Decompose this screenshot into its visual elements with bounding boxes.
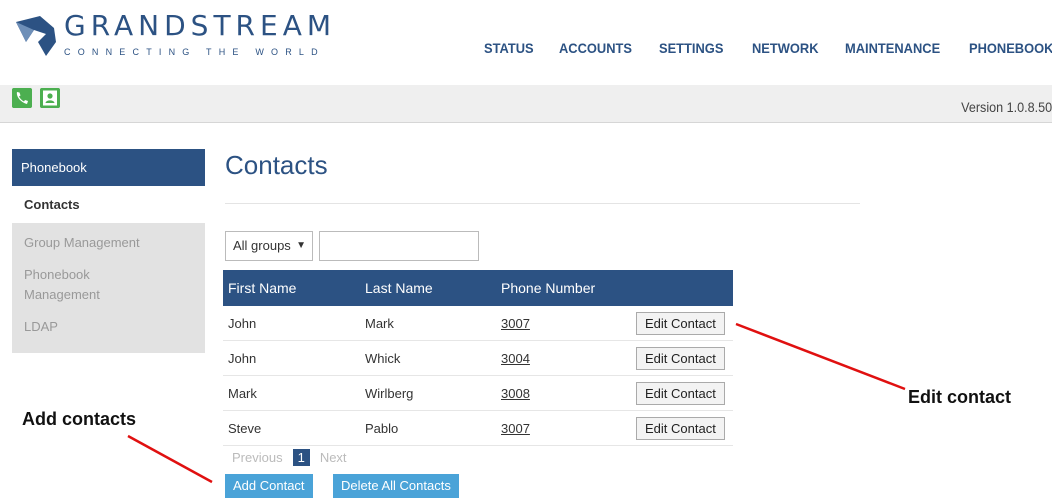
last-name-cell: Whick	[360, 340, 496, 376]
phone-number-link[interactable]: 3008	[496, 375, 631, 411]
delete-all-contacts-button[interactable]: Delete All Contacts	[333, 474, 459, 498]
actions-cell: Edit Contact	[631, 340, 733, 376]
search-input[interactable]	[319, 231, 479, 261]
phone-number-link[interactable]: 3004	[496, 340, 631, 376]
pagination-previous[interactable]: Previous	[232, 450, 283, 465]
add-contact-button[interactable]: Add Contact	[225, 474, 313, 498]
table-row: John Whick 3004 Edit Contact	[223, 340, 733, 376]
phone-call-icon[interactable]	[12, 88, 32, 108]
pagination-page-current[interactable]: 1	[292, 449, 310, 466]
phone-number-link[interactable]: 3007	[496, 306, 631, 341]
group-filter-value: All groups	[233, 238, 291, 253]
edit-contact-button[interactable]: Edit Contact	[636, 381, 725, 405]
column-header-last-name[interactable]: Last Name	[360, 270, 496, 306]
pagination-next[interactable]: Next	[320, 450, 347, 465]
first-name-cell: John	[223, 306, 360, 341]
first-name-cell: Steve	[223, 410, 360, 446]
add-annotation-line	[127, 434, 213, 484]
nav-status[interactable]: STATUS	[484, 40, 534, 56]
sidebar-item-phonebook-management[interactable]: Phonebook Management	[12, 259, 146, 311]
actions-cell: Edit Contact	[631, 375, 733, 411]
divider	[225, 203, 860, 204]
column-header-phone-number[interactable]: Phone Number	[496, 270, 631, 306]
brand-name: GRANDSTREAM	[64, 9, 337, 42]
table-row: John Mark 3007 Edit Contact	[223, 306, 733, 341]
sidebar-item-ldap[interactable]: LDAP	[12, 311, 205, 343]
nav-accounts[interactable]: ACCOUNTS	[559, 40, 632, 56]
toolbar: Version 1.0.8.50	[0, 85, 1052, 123]
sidebar: Phonebook Contacts Group Management Phon…	[12, 149, 205, 353]
annotation-add-contacts: Add contacts	[22, 409, 137, 429]
page-title: Contacts	[225, 150, 328, 180]
group-filter-select[interactable]: All groups ▼	[225, 231, 313, 261]
first-name-cell: Mark	[223, 375, 360, 411]
sidebar-menu: Group Management Phonebook Management LD…	[12, 223, 205, 353]
column-header-first-name[interactable]: First Name	[223, 270, 360, 306]
last-name-cell: Mark	[360, 306, 496, 341]
contact-card-icon[interactable]	[40, 88, 60, 108]
actions-cell: Edit Contact	[631, 410, 733, 446]
table-row: Mark Wirlberg 3008 Edit Contact	[223, 375, 733, 411]
actions-cell: Edit Contact	[631, 306, 733, 341]
edit-contact-button[interactable]: Edit Contact	[636, 311, 725, 335]
nav-maintenance[interactable]: MAINTENANCE	[845, 40, 940, 56]
edit-contact-button[interactable]: Edit Contact	[636, 346, 725, 370]
sidebar-header-phonebook[interactable]: Phonebook	[12, 149, 205, 186]
table-row: Steve Pablo 3007 Edit Contact	[223, 410, 733, 446]
sidebar-item-group-management[interactable]: Group Management	[12, 227, 205, 259]
phone-number-link[interactable]: 3007	[496, 410, 631, 446]
nav-network[interactable]: NETWORK	[752, 40, 819, 56]
table-header-row: First Name Last Name Phone Number	[223, 270, 733, 306]
firmware-version: Version 1.0.8.50	[960, 99, 1052, 115]
brand-tagline: CONNECTING THE WORLD	[64, 47, 325, 57]
contacts-table: First Name Last Name Phone Number John M…	[223, 270, 733, 446]
nav-settings[interactable]: SETTINGS	[659, 40, 723, 56]
last-name-cell: Pablo	[360, 410, 496, 446]
caret-down-icon: ▼	[296, 240, 306, 251]
edit-contact-button[interactable]: Edit Contact	[636, 416, 725, 440]
nav-phonebook[interactable]: PHONEBOOK	[969, 40, 1052, 56]
pagination: Previous 1 Next	[225, 449, 347, 466]
last-name-cell: Wirlberg	[360, 375, 496, 411]
sidebar-item-contacts[interactable]: Contacts	[12, 186, 205, 223]
annotation-edit-contact: Edit contact	[908, 387, 1012, 407]
edit-annotation-line	[735, 322, 906, 391]
column-header-actions	[631, 270, 733, 306]
first-name-cell: John	[223, 340, 360, 376]
grandstream-logo-icon	[16, 16, 56, 56]
